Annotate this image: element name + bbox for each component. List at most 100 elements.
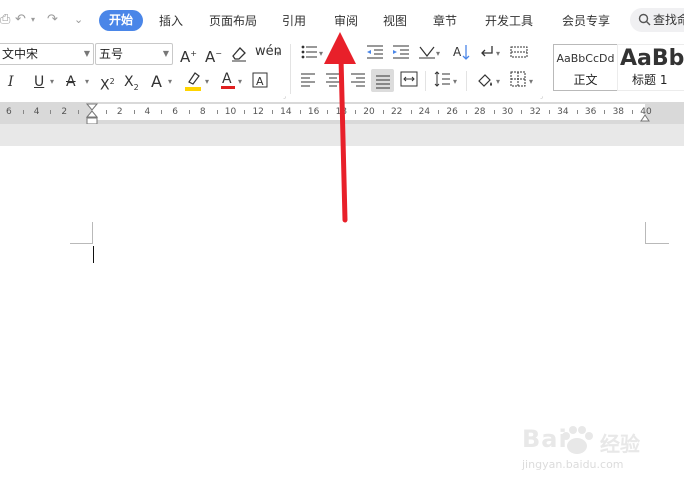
- tab-developer-tools[interactable]: 开发工具: [485, 10, 533, 32]
- line-spacing-icon[interactable]: [433, 71, 451, 93]
- italic-icon[interactable]: I: [8, 71, 14, 93]
- subscript-icon[interactable]: X2: [124, 71, 139, 93]
- clear-format-icon[interactable]: [230, 43, 248, 65]
- tab-references[interactable]: 引用: [282, 10, 306, 32]
- shading-icon[interactable]: [476, 71, 494, 93]
- chevron-down-icon: ▼: [83, 49, 90, 58]
- chevron-down-icon[interactable]: ▾: [276, 43, 280, 65]
- ruler-tick: [410, 110, 412, 114]
- ruler-tick: [22, 110, 24, 114]
- tab-member-exclusive[interactable]: 会员专享: [562, 10, 610, 32]
- chevron-down-icon[interactable]: ▾: [529, 71, 533, 93]
- ruler-number: 8: [199, 107, 206, 117]
- superscript-icon[interactable]: X2: [100, 71, 115, 94]
- text-effect-icon[interactable]: A: [151, 71, 162, 93]
- chevron-down-icon[interactable]: ▾: [205, 71, 209, 93]
- strikethrough-icon[interactable]: A: [66, 71, 76, 93]
- ruler-tick: [78, 110, 80, 114]
- ruler-number: 38: [612, 107, 625, 117]
- tab-review[interactable]: 审阅: [334, 10, 358, 32]
- table-grid-icon[interactable]: [510, 43, 528, 65]
- chevron-down-icon[interactable]: ▾: [496, 43, 500, 65]
- style-heading-1[interactable]: AaBb 标题 1: [617, 44, 684, 91]
- chevron-down-icon[interactable]: ▾: [496, 71, 500, 93]
- chevron-down-icon[interactable]: ▾: [85, 71, 89, 93]
- increase-indent-icon[interactable]: [392, 43, 410, 65]
- ruler-tick: [50, 110, 52, 114]
- justify-button[interactable]: [371, 69, 394, 92]
- watermark-cn-text: 经验: [600, 432, 640, 456]
- ruler-number: 14: [280, 107, 292, 117]
- font-size-select[interactable]: 五号 ▼: [95, 43, 173, 65]
- svg-text:A: A: [453, 45, 462, 59]
- font-color-icon[interactable]: A: [220, 69, 236, 91]
- tab-insert[interactable]: 插入: [159, 10, 183, 32]
- ruler-tick: [161, 110, 163, 114]
- ruler-tick: [465, 110, 467, 114]
- bullet-list-icon[interactable]: [300, 43, 318, 65]
- watermark-url: jingyan.baidu.com: [522, 458, 624, 471]
- align-left-icon[interactable]: [300, 71, 316, 93]
- shrink-font-icon[interactable]: A−: [205, 43, 222, 66]
- underline-icon[interactable]: U: [34, 71, 44, 93]
- ruler-tick: [604, 110, 606, 114]
- character-border-icon[interactable]: A: [252, 71, 268, 93]
- undo-icon[interactable]: ↶: [15, 10, 26, 30]
- highlight-icon[interactable]: [184, 70, 202, 92]
- borders-icon[interactable]: [510, 71, 526, 93]
- search-label: 查找命: [653, 13, 684, 27]
- ruler-tick: [521, 110, 523, 114]
- text-cursor: [93, 246, 94, 263]
- toolbar-separator: [425, 71, 426, 91]
- chevron-down-icon[interactable]: ▾: [50, 71, 54, 93]
- font-name-value: 文中宋: [2, 47, 39, 61]
- grow-font-icon[interactable]: A+: [180, 43, 197, 66]
- ruler-tick: [632, 110, 634, 114]
- ruler-tick: [272, 110, 274, 114]
- ruler-tick: [216, 110, 218, 114]
- ruler-number: 10: [224, 107, 237, 117]
- chevron-down-icon[interactable]: ▾: [453, 71, 457, 93]
- chinese-layout-icon[interactable]: [418, 43, 436, 65]
- ruler-number: 6: [6, 107, 12, 117]
- style-normal-label: 正文: [573, 73, 598, 87]
- chevron-down-icon[interactable]: ▾: [436, 43, 440, 65]
- chevron-down-icon[interactable]: ▾: [238, 71, 242, 93]
- font-name-select[interactable]: 文中宋 ▼: [0, 43, 94, 65]
- ruler-tick: [299, 110, 301, 114]
- annotation-arrow: [324, 32, 356, 223]
- tab-chapter[interactable]: 章节: [433, 10, 457, 32]
- margin-corner-mark: [70, 243, 93, 244]
- distribute-icon[interactable]: [400, 71, 418, 93]
- ruler-number: 30: [501, 107, 514, 117]
- tab-start[interactable]: 开始: [99, 10, 144, 31]
- ruler-tick: [244, 110, 246, 114]
- decrease-indent-icon[interactable]: [366, 43, 384, 65]
- print-preview-icon[interactable]: ⎙: [0, 10, 10, 30]
- chevron-down-icon[interactable]: ▾: [168, 71, 172, 93]
- ruler-number: 2: [61, 107, 68, 117]
- right-indent-marker-icon[interactable]: [640, 112, 650, 122]
- ruler-number: 2: [116, 107, 123, 117]
- tab-page-layout[interactable]: 页面布局: [209, 10, 257, 32]
- undo-dropdown-icon[interactable]: ▾: [31, 10, 35, 30]
- ruler-number: 4: [144, 107, 151, 117]
- chevron-down-icon: ▼: [162, 49, 169, 58]
- search-command-box[interactable]: 查找命: [630, 8, 684, 32]
- tab-view[interactable]: 视图: [383, 10, 407, 32]
- style-normal-sample: AaBbCcDd: [556, 52, 615, 65]
- ruler-tick: [549, 110, 551, 114]
- indent-marker-icon[interactable]: [86, 103, 98, 125]
- customize-quick-access-icon[interactable]: ⌄: [74, 10, 83, 30]
- ruler-number: 28: [474, 107, 486, 117]
- font-dialog-launcher-icon[interactable]: ⌟: [283, 93, 286, 100]
- paragraph-dialog-launcher-icon[interactable]: ⌟: [540, 93, 543, 100]
- svg-text:A: A: [256, 75, 264, 88]
- ruler-number: 34: [557, 107, 569, 117]
- sort-icon[interactable]: A: [452, 43, 470, 65]
- style-normal[interactable]: AaBbCcDd 正文: [553, 44, 618, 91]
- redo-icon[interactable]: ↷: [47, 10, 58, 30]
- show-hide-marks-icon[interactable]: [478, 43, 496, 65]
- search-icon: [638, 13, 651, 26]
- ruler-tick: [382, 110, 384, 114]
